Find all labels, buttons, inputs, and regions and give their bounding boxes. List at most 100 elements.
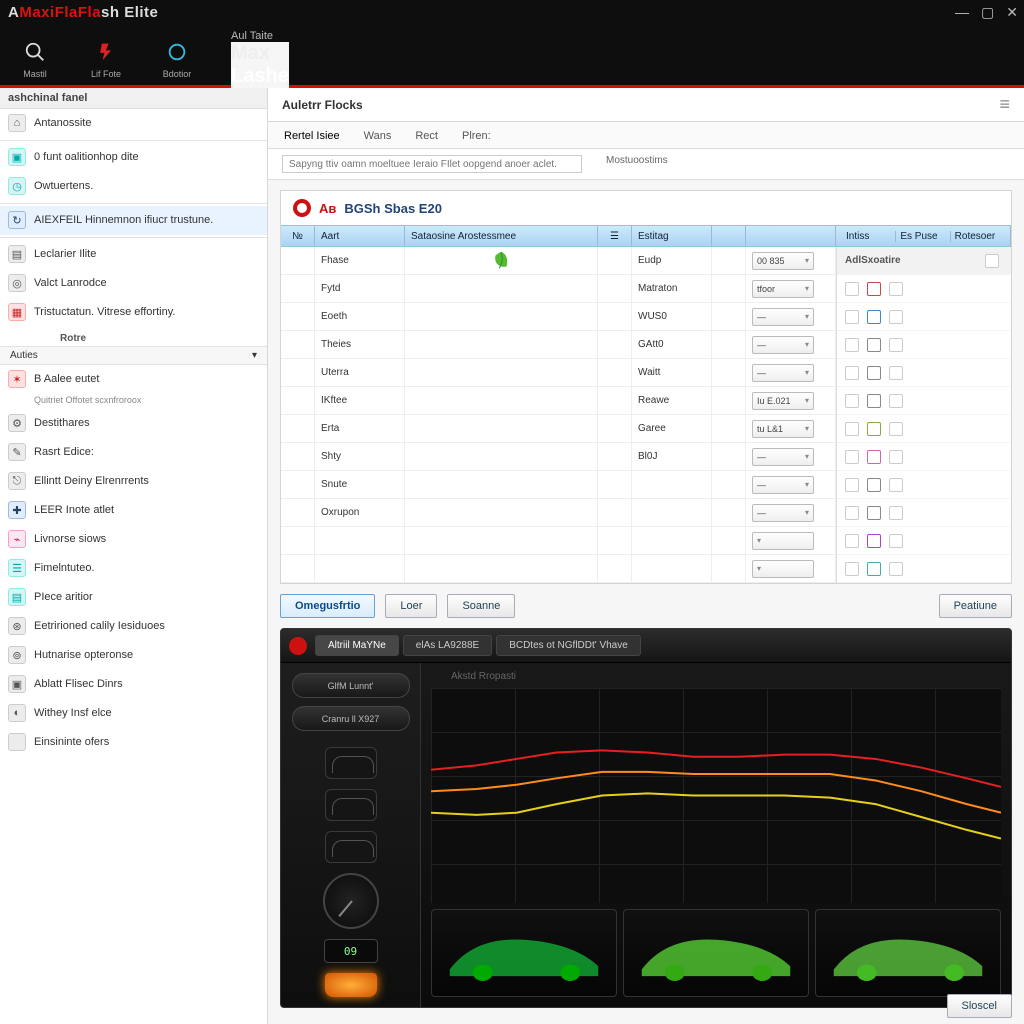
tab[interactable]: Wans [362, 126, 394, 148]
tool-icon[interactable] [867, 534, 881, 548]
tool-icon[interactable] [867, 394, 881, 408]
dash-tab[interactable]: BCDtes ot NGflDDt' Vhave [496, 635, 641, 656]
dash-button[interactable]: GlfM Lunnt' [292, 673, 410, 698]
primary-action-button[interactable]: Omegusfrtio [280, 594, 375, 618]
table-row[interactable]: Oxrupon — [281, 499, 836, 527]
checkbox-icon[interactable] [845, 562, 859, 576]
cancel-button[interactable]: Sloscel [947, 994, 1012, 1018]
sidebar-item[interactable]: ✚LEER Inote atlet [0, 496, 267, 525]
sidebar-item[interactable]: Einsininte ofers [0, 728, 267, 757]
dropdown-button[interactable] [752, 560, 814, 578]
tool-icon[interactable] [867, 450, 881, 464]
sidebar-item[interactable]: ▤PIece aritior [0, 583, 267, 612]
tool-icon[interactable] [889, 282, 903, 296]
dropdown-button[interactable]: tu L&1 [752, 420, 814, 438]
sidebar-item[interactable]: ✶B Aalee eutet [0, 365, 267, 394]
dropdown-button[interactable]: — [752, 308, 814, 326]
sidebar-item[interactable]: ▤Leclarier Ilite [0, 240, 267, 269]
sidebar-item[interactable]: ▣0 funt oalitionhop dite [0, 143, 267, 172]
table-row[interactable]: Fytd Matraton tfoor [281, 275, 836, 303]
mini-row[interactable] [837, 527, 1011, 555]
sidebar-collapse[interactable]: Auties▾ [0, 346, 267, 365]
mini-row[interactable] [837, 331, 1011, 359]
sidebar-item[interactable]: ◎Valct Lanrodce [0, 269, 267, 298]
sidebar-item[interactable]: ◐Withey Insf elce [0, 699, 267, 728]
checkbox-icon[interactable] [845, 366, 859, 380]
mini-row[interactable] [837, 359, 1011, 387]
vehicle-thumbnail[interactable] [623, 909, 809, 997]
tab[interactable]: Rertel Isiee [282, 126, 342, 148]
dropdown-button[interactable]: — [752, 476, 814, 494]
tool-icon[interactable] [867, 506, 881, 520]
mini-row[interactable] [837, 387, 1011, 415]
dropdown-button[interactable]: — [752, 448, 814, 466]
mini-row[interactable] [837, 415, 1011, 443]
table-row[interactable]: Snute — [281, 471, 836, 499]
mini-row[interactable] [837, 555, 1011, 583]
menu-icon[interactable]: ≡ [999, 94, 1010, 115]
checkbox-icon[interactable] [845, 394, 859, 408]
tool-icon[interactable] [889, 478, 903, 492]
tool-icon[interactable] [889, 534, 903, 548]
tab[interactable]: Plren: [460, 126, 493, 148]
sidebar-item[interactable]: ◷Owtuertens. [0, 172, 267, 201]
sort-icon[interactable]: ☰ [598, 226, 632, 246]
dash-tab[interactable]: elAs LA9288E [403, 635, 492, 656]
tool-icon[interactable] [867, 310, 881, 324]
dash-button[interactable]: Cranru ll X927 [292, 706, 410, 731]
tool-icon[interactable] [867, 562, 881, 576]
table-row[interactable]: Erta Garee tu L&1 [281, 415, 836, 443]
dropdown-button[interactable]: — [752, 336, 814, 354]
tool-icon[interactable] [889, 562, 903, 576]
sidebar-item[interactable]: ⊛Eetririoned calily Iesiduoes [0, 612, 267, 641]
table-row[interactable]: Theies GAtt0 — [281, 331, 836, 359]
sidebar-item[interactable]: ⚙Destithares [0, 409, 267, 438]
tool-icon[interactable] [889, 422, 903, 436]
checkbox-icon[interactable] [845, 338, 859, 352]
search-input[interactable] [282, 155, 582, 173]
close-button[interactable]: ✕ [1006, 4, 1018, 21]
dropdown-button[interactable]: — [752, 504, 814, 522]
tool-icon[interactable] [889, 394, 903, 408]
topnav-module[interactable]: Bdotior [142, 39, 212, 85]
tool-icon[interactable] [889, 506, 903, 520]
tool-icon[interactable] [867, 478, 881, 492]
table-row[interactable]: Eoeth WUS0 — [281, 303, 836, 331]
checkbox-icon[interactable] [845, 422, 859, 436]
checkbox-icon[interactable] [845, 534, 859, 548]
topnav-search[interactable]: Mastil [0, 39, 70, 85]
action-button[interactable]: Soanne [447, 594, 515, 618]
sidebar-item[interactable]: ▣Ablatt Flisec Dinrs [0, 670, 267, 699]
checkbox-icon[interactable] [845, 478, 859, 492]
dropdown-button[interactable]: 00 835 [752, 252, 814, 270]
table-row[interactable]: IKftee Reawe Iu E.021 [281, 387, 836, 415]
tool-icon[interactable] [889, 338, 903, 352]
checkbox-icon[interactable] [845, 450, 859, 464]
checkbox-icon[interactable] [845, 282, 859, 296]
sidebar-item[interactable]: ▦Tristuctatun. Vitrese effortiny. [0, 298, 267, 327]
tool-icon[interactable] [889, 450, 903, 464]
sidebar-item[interactable]: ⎋Ellintt Deiny Elrenrrents [0, 467, 267, 496]
tool-icon[interactable] [889, 366, 903, 380]
dropdown-button[interactable]: tfoor [752, 280, 814, 298]
grid-icon[interactable] [985, 254, 999, 268]
tool-icon[interactable] [867, 282, 881, 296]
sidebar-item[interactable]: ⊚Hutnarise opteronse [0, 641, 267, 670]
tool-icon[interactable] [867, 366, 881, 380]
minimize-button[interactable]: — [955, 4, 969, 21]
mini-row[interactable] [837, 443, 1011, 471]
dash-tab[interactable]: Altriil MaYNe [315, 635, 399, 656]
maximize-button[interactable]: ▢ [981, 4, 994, 21]
vehicle-thumbnail[interactable] [815, 909, 1001, 997]
tool-icon[interactable] [867, 338, 881, 352]
sidebar-item[interactable]: ✎Rasrt Edice: [0, 438, 267, 467]
mini-row[interactable] [837, 275, 1011, 303]
checkbox-icon[interactable] [845, 310, 859, 324]
mini-row[interactable] [837, 303, 1011, 331]
action-button-right[interactable]: Peatiune [939, 594, 1012, 618]
vehicle-thumbnail[interactable] [431, 909, 617, 997]
tab[interactable]: Rect [413, 126, 440, 148]
topnav-flash[interactable]: Lif Fote [71, 39, 141, 85]
sidebar-item[interactable]: ☰Fimelntuteo. [0, 554, 267, 583]
action-button[interactable]: Loer [385, 594, 437, 618]
